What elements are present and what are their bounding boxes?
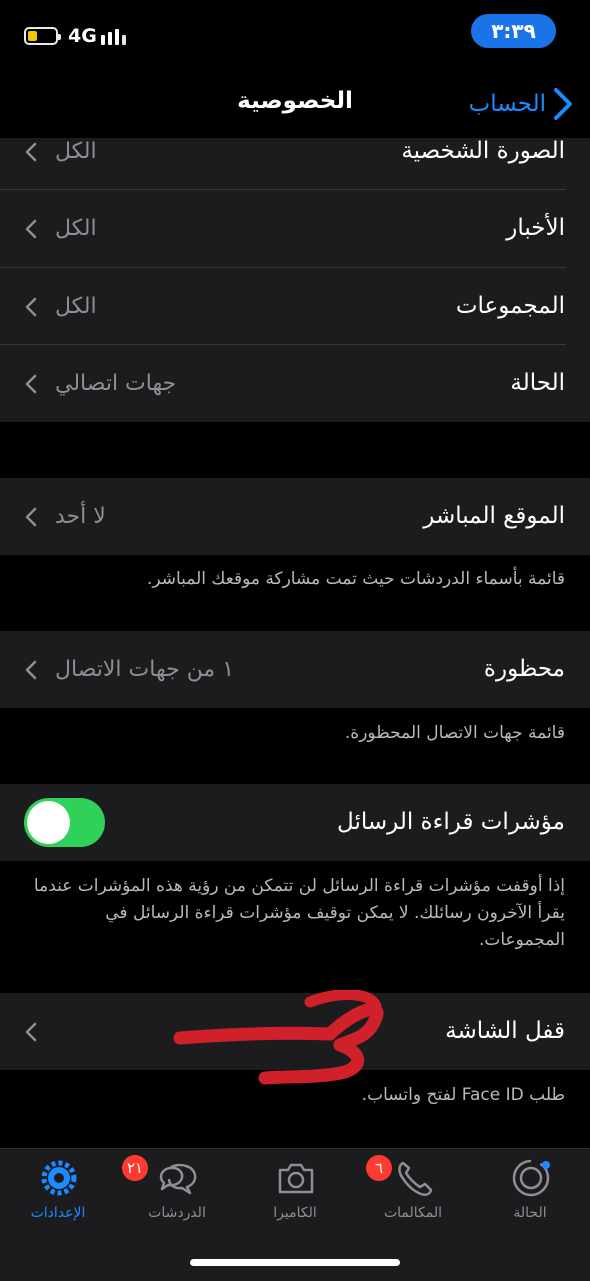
phone-icon <box>398 1161 433 1197</box>
chevron-left-icon <box>25 219 37 239</box>
time-pill: ٣:٣٩ <box>471 14 556 48</box>
row-label: المجموعات <box>455 293 565 319</box>
tab-label: الإعدادات <box>30 1205 86 1221</box>
screen-lock-footnote: طلب Face ID لفتح واتساب. <box>361 1085 565 1105</box>
row-label: الحالة <box>510 370 565 396</box>
tab-calls[interactable]: ٦ المكالمات <box>358 1155 468 1225</box>
chats-badge: ٢١ <box>122 1155 148 1181</box>
row-last-seen[interactable]: الأخبار الكل <box>0 190 590 267</box>
row-value: الكل <box>55 139 97 164</box>
privacy-section-top: الصورة الشخصية الكل الأخبار الكل المجموع… <box>0 138 590 422</box>
row-blocked[interactable]: محظورة ١ من جهات الاتصال <box>0 631 590 708</box>
chevron-left-icon <box>25 507 37 527</box>
read-receipts-footnote: إذا أوقفت مؤشرات قراءة الرسائل لن تتمكن … <box>33 876 565 950</box>
camera-icon <box>278 1163 314 1194</box>
row-read-receipts: مؤشرات قراءة الرسائل <box>0 784 590 861</box>
battery-icon <box>24 27 61 45</box>
row-profile-photo[interactable]: الصورة الشخصية الكل <box>0 113 590 190</box>
chevron-left-icon <box>25 1022 37 1042</box>
row-value: لا أحد <box>55 504 106 529</box>
row-label: الموقع المباشر <box>423 503 565 529</box>
live-location-footnote: قائمة بأسماء الدردشات حيث تمت مشاركة موق… <box>146 569 565 589</box>
tab-status[interactable]: الحالة <box>475 1155 585 1225</box>
red-scribble-annotation <box>173 990 384 1085</box>
chevron-left-icon <box>25 660 37 680</box>
chevron-left-icon <box>25 297 37 317</box>
calls-badge: ٦ <box>366 1155 392 1181</box>
row-value: جهات اتصالي <box>55 371 177 396</box>
toggle-knob <box>27 801 70 844</box>
read-receipts-section: مؤشرات قراءة الرسائل <box>0 784 590 861</box>
tab-settings[interactable]: الإعدادات <box>3 1155 113 1225</box>
network-type: 4G <box>68 25 97 47</box>
row-live-location[interactable]: الموقع المباشر لا أحد <box>0 478 590 555</box>
tab-label: الدردشات <box>148 1205 206 1221</box>
row-label: الأخبار <box>506 215 565 241</box>
row-value: ١ من جهات الاتصال <box>55 657 235 682</box>
status-bar: 4G ٣:٣٩ <box>0 0 590 70</box>
status-ring-icon <box>512 1159 550 1197</box>
row-groups[interactable]: المجموعات الكل <box>0 268 590 345</box>
tab-label: الكاميرا <box>273 1205 317 1221</box>
chevron-left-icon <box>25 142 37 162</box>
row-status[interactable]: الحالة جهات اتصالي <box>0 345 590 422</box>
gear-icon <box>41 1160 77 1196</box>
tab-chats[interactable]: ٢١ الدردشات <box>122 1155 232 1225</box>
row-label: محظورة <box>483 656 565 682</box>
blocked-section: محظورة ١ من جهات الاتصال <box>0 631 590 708</box>
tab-label: الحالة <box>513 1205 547 1221</box>
chat-bubbles-icon <box>159 1163 197 1195</box>
tab-camera[interactable]: الكاميرا <box>240 1155 350 1225</box>
tab-label: المكالمات <box>383 1205 443 1221</box>
signal-icon <box>101 27 129 45</box>
home-indicator <box>190 1259 400 1266</box>
blocked-footnote: قائمة جهات الاتصال المحظورة. <box>344 723 565 743</box>
live-location-section: الموقع المباشر لا أحد <box>0 478 590 555</box>
chevron-left-icon <box>25 374 37 394</box>
row-value: الكل <box>55 294 97 319</box>
row-label: الصورة الشخصية <box>401 138 565 164</box>
row-value: الكل <box>55 216 97 241</box>
row-label: مؤشرات قراءة الرسائل <box>337 809 565 835</box>
read-receipts-toggle[interactable] <box>24 798 105 847</box>
row-label: قفل الشاشة <box>445 1018 565 1044</box>
